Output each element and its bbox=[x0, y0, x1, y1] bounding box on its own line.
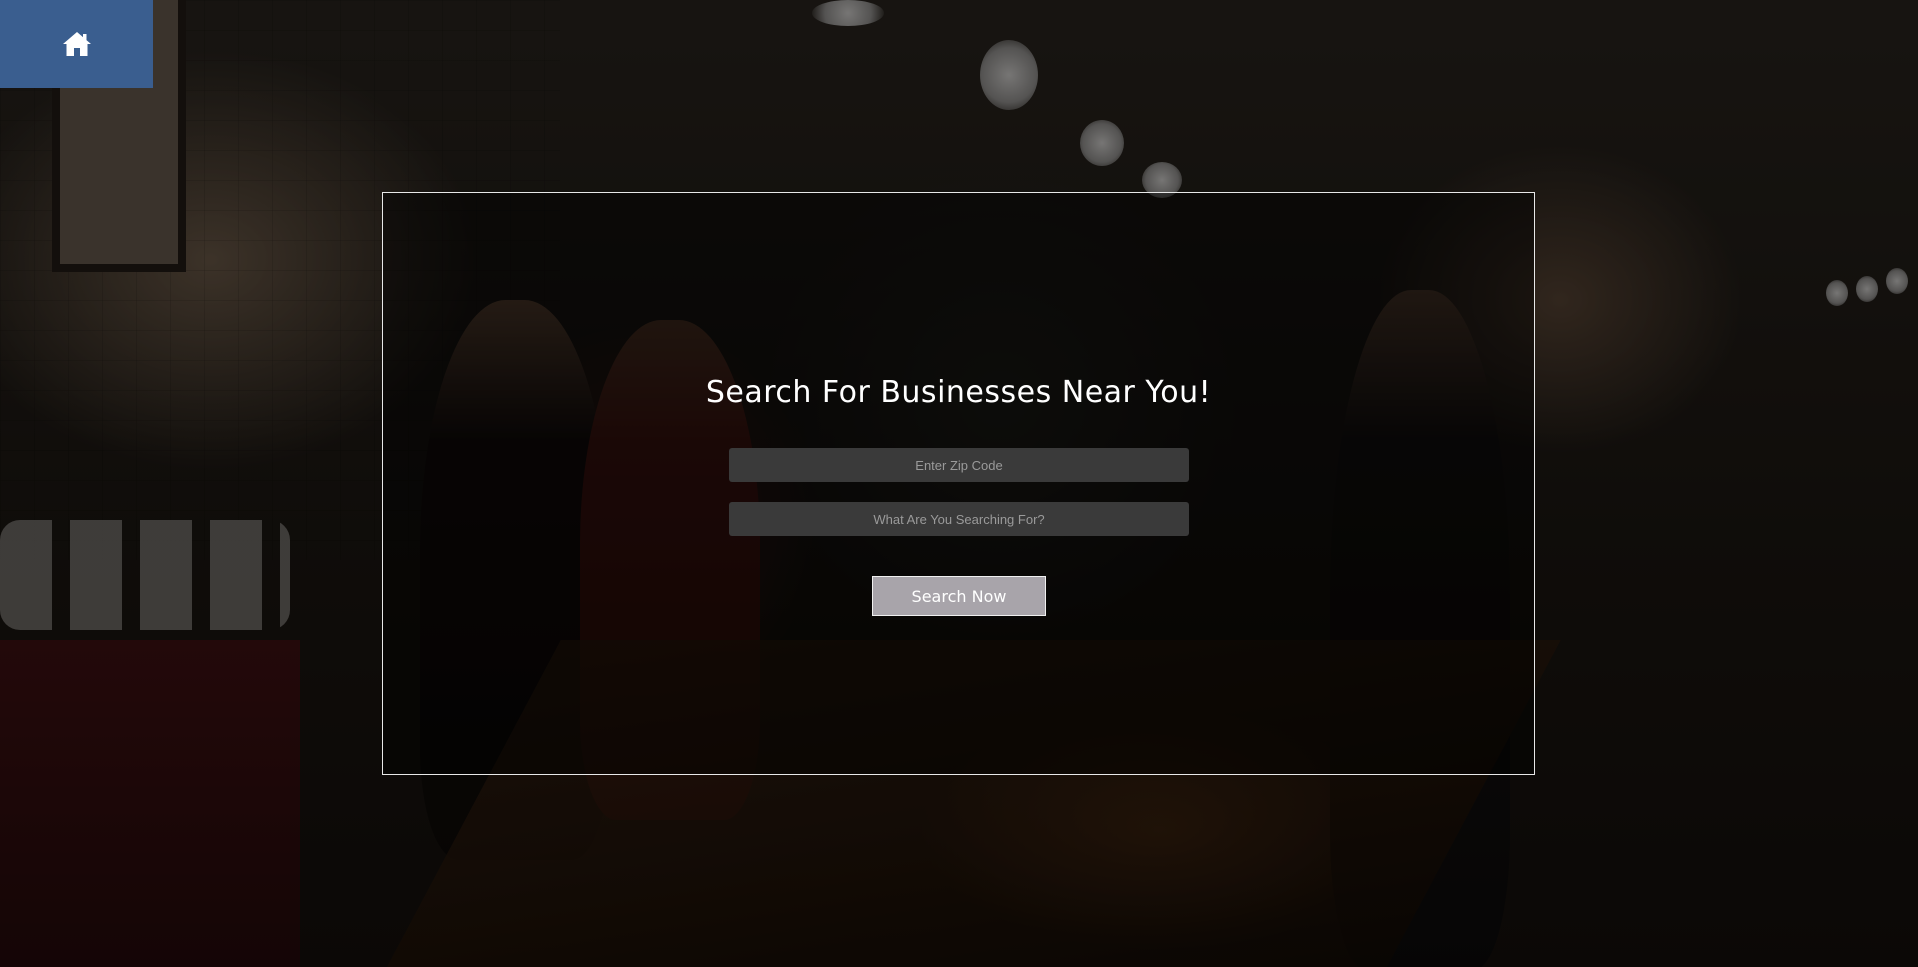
page-title: Search For Businesses Near You! bbox=[705, 375, 1212, 410]
home-button[interactable] bbox=[0, 0, 153, 88]
zip-code-input[interactable] bbox=[729, 448, 1189, 482]
home-icon bbox=[62, 30, 92, 58]
search-panel: Search For Businesses Near You! Search N… bbox=[382, 192, 1535, 775]
search-now-button[interactable]: Search Now bbox=[872, 576, 1046, 616]
search-query-input[interactable] bbox=[729, 502, 1189, 536]
